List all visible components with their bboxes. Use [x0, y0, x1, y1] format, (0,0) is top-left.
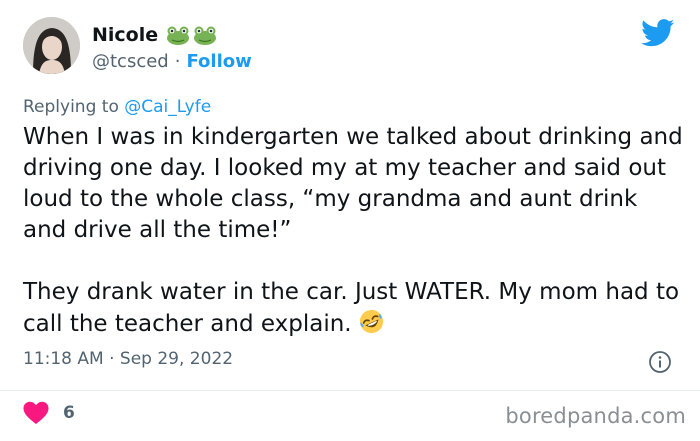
divider [0, 390, 700, 391]
reply-handle-link[interactable]: @Cai_Lyfe [124, 97, 211, 117]
frog-emoji-icon [194, 26, 217, 45]
timestamp-row: 11:18 AM · Sep 29, 2022 [23, 347, 233, 371]
rolling-on-floor-laughing-emoji-icon [359, 309, 383, 334]
author-name-row: Nicole [92, 22, 217, 48]
like-count[interactable]: 6 [63, 403, 75, 423]
tweet-paragraph-2: They drank water in the car. Just WATER.… [23, 277, 683, 340]
meta-separator: · [109, 349, 115, 369]
heart-icon[interactable] [23, 401, 49, 425]
tweet-paragraph-2-text: They drank water in the car. Just WATER.… [23, 279, 680, 337]
follow-button[interactable]: Follow [186, 50, 251, 74]
like-action: 6 [23, 400, 75, 426]
replying-to-line: Replying to @Cai_Lyfe [23, 95, 211, 119]
tweet-time[interactable]: 11:18 AM [23, 349, 104, 369]
name-emoji-group [166, 25, 217, 45]
tweet-body: When I was in kindergarten we talked abo… [23, 122, 683, 340]
avatar[interactable] [23, 17, 80, 74]
twitter-bird-icon[interactable] [641, 19, 675, 47]
tweet-paragraph-1: When I was in kindergarten we talked abo… [23, 124, 683, 243]
reply-prefix: Replying to [23, 97, 119, 117]
user-handle[interactable]: @tcsced [92, 50, 169, 74]
handle-separator: · [174, 51, 181, 72]
handle-row: @tcsced · Follow [92, 50, 252, 74]
display-name[interactable]: Nicole [92, 23, 158, 47]
watermark: boredpanda.com [505, 404, 686, 428]
frog-emoji-icon [167, 26, 190, 45]
info-icon[interactable] [648, 350, 672, 374]
tweet-date[interactable]: Sep 29, 2022 [120, 349, 233, 369]
